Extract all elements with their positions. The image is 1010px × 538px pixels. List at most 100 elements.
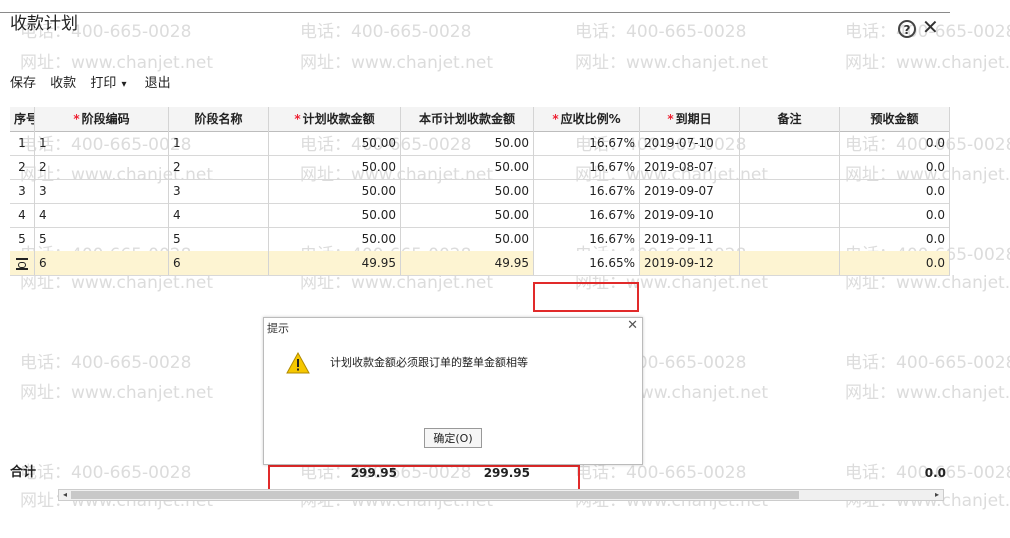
col-header-local-amount[interactable]: 本币计划收款金额 bbox=[401, 107, 534, 131]
cell-due-date[interactable]: 2019-09-12 bbox=[640, 251, 740, 275]
cell-due-date[interactable]: 2019-07-10 bbox=[640, 131, 740, 155]
col-header-seq[interactable]: 序号 bbox=[10, 107, 35, 131]
cell-plan-amount[interactable]: 50.00 bbox=[269, 155, 401, 179]
table-row-selected[interactable]: 6 6 49.95 49.95 16.65% 2019-09-12 0.0 bbox=[10, 251, 950, 276]
prepay-total: 0.0 bbox=[924, 466, 946, 480]
question-icon[interactable]: ? bbox=[898, 20, 916, 38]
cell-local-amount[interactable]: 50.00 bbox=[401, 203, 534, 227]
table-row[interactable]: 4 4 4 50.00 50.00 16.67% 2019-09-10 0.0 bbox=[10, 203, 950, 228]
cell-stage-code[interactable]: 4 bbox=[35, 203, 169, 227]
cell-due-date[interactable]: 2019-09-11 bbox=[640, 227, 740, 251]
cell-ratio[interactable]: 16.67% bbox=[534, 203, 640, 227]
cell-ratio[interactable]: 16.67% bbox=[534, 155, 640, 179]
ratio-highlight-box bbox=[533, 282, 639, 312]
watermark-phone: 电话：400-665-0028 bbox=[575, 22, 747, 42]
cell-seq: 1 bbox=[10, 131, 35, 155]
cell-due-date[interactable]: 2019-08-07 bbox=[640, 155, 740, 179]
cell-seq: 3 bbox=[10, 179, 35, 203]
cell-local-amount[interactable]: 50.00 bbox=[401, 131, 534, 155]
exit-button[interactable]: 退出 bbox=[145, 76, 171, 91]
watermark-phone: 电话：400-665-0028 bbox=[20, 353, 192, 373]
col-header-note[interactable]: 备注 bbox=[740, 107, 840, 131]
cell-note[interactable] bbox=[740, 179, 840, 203]
cell-note[interactable] bbox=[740, 251, 840, 275]
cell-stage-name[interactable]: 3 bbox=[169, 179, 269, 203]
cell-local-amount[interactable]: 50.00 bbox=[401, 179, 534, 203]
cell-prepay[interactable]: 0.0 bbox=[840, 179, 950, 203]
horizontal-scrollbar[interactable]: ◂ ▸ bbox=[58, 489, 944, 501]
col-header-prepay[interactable]: 预收金额 bbox=[840, 107, 950, 131]
cell-plan-amount[interactable]: 50.00 bbox=[269, 131, 401, 155]
cell-prepay[interactable]: 0.0 bbox=[840, 251, 950, 275]
cell-stage-name[interactable]: 5 bbox=[169, 227, 269, 251]
ok-button[interactable]: 确定(O) bbox=[424, 428, 482, 448]
alert-dialog: 提示 ✕ 计划收款金额必须跟订单的整单金额相等 确定(O) bbox=[263, 317, 643, 465]
table-row[interactable]: 5 5 5 50.00 50.00 16.67% 2019-09-11 0.0 bbox=[10, 227, 950, 252]
row-editing-icon bbox=[16, 258, 28, 270]
cell-stage-name[interactable]: 6 bbox=[169, 251, 269, 275]
cell-local-amount[interactable]: 49.95 bbox=[401, 251, 534, 275]
cell-stage-name[interactable]: 1 bbox=[169, 131, 269, 155]
cell-note[interactable] bbox=[740, 155, 840, 179]
scroll-right-arrow-icon[interactable]: ▸ bbox=[931, 490, 943, 500]
watermark-site: 网址：www.chanjet.net bbox=[845, 53, 1010, 73]
save-button[interactable]: 保存 bbox=[10, 76, 36, 91]
cell-due-date[interactable]: 2019-09-10 bbox=[640, 203, 740, 227]
cell-ratio[interactable]: 16.67% bbox=[534, 131, 640, 155]
col-header-plan-amount[interactable]: * 计划收款金额 bbox=[269, 107, 401, 131]
title-divider bbox=[0, 12, 950, 13]
col-header-due-date[interactable]: * 到期日 bbox=[640, 107, 740, 131]
cell-plan-amount[interactable]: 50.00 bbox=[269, 179, 401, 203]
cell-stage-code[interactable]: 1 bbox=[35, 131, 169, 155]
cell-prepay[interactable]: 0.0 bbox=[840, 155, 950, 179]
cell-ratio[interactable]: 16.65% bbox=[534, 251, 640, 275]
col-header-ratio[interactable]: * 应收比例% bbox=[534, 107, 640, 131]
watermark-site: 网址：www.chanjet.net bbox=[575, 53, 769, 73]
cell-seq[interactable] bbox=[10, 251, 35, 275]
cell-stage-name[interactable]: 4 bbox=[169, 203, 269, 227]
print-button[interactable]: 打印 bbox=[90, 76, 116, 91]
table-row[interactable]: 1 1 1 50.00 50.00 16.67% 2019-07-10 0.0 bbox=[10, 131, 950, 156]
cell-prepay[interactable]: 0.0 bbox=[840, 227, 950, 251]
watermark-site: 网址：www.chanjet.net bbox=[20, 383, 214, 403]
watermark-site: 网址：www.chanjet.net bbox=[20, 53, 214, 73]
cell-local-amount[interactable]: 50.00 bbox=[401, 227, 534, 251]
watermark-site: 网址：www.chanjet.net bbox=[300, 53, 494, 73]
warning-icon bbox=[286, 351, 310, 377]
table-row[interactable]: 3 3 3 50.00 50.00 16.67% 2019-09-07 0.0 bbox=[10, 179, 950, 204]
watermark-site: 网址：www.chanjet.net bbox=[845, 383, 1010, 403]
dialog-message: 计划收款金额必须跟订单的整单金额相等 bbox=[330, 356, 528, 369]
cell-ratio[interactable]: 16.67% bbox=[534, 179, 640, 203]
cell-stage-code[interactable]: 6 bbox=[35, 251, 169, 275]
chevron-down-icon[interactable]: ▾ bbox=[121, 79, 126, 90]
total-label: 合计 bbox=[10, 465, 37, 480]
cell-local-amount[interactable]: 50.00 bbox=[401, 155, 534, 179]
cell-seq: 5 bbox=[10, 227, 35, 251]
cell-note[interactable] bbox=[740, 203, 840, 227]
cell-note[interactable] bbox=[740, 227, 840, 251]
cell-prepay[interactable]: 0.0 bbox=[840, 203, 950, 227]
cell-plan-amount[interactable]: 50.00 bbox=[269, 203, 401, 227]
close-icon[interactable]: ✕ bbox=[922, 16, 939, 38]
page-title: 收款计划 bbox=[10, 14, 78, 34]
cell-stage-name[interactable]: 2 bbox=[169, 155, 269, 179]
cell-stage-code[interactable]: 5 bbox=[35, 227, 169, 251]
col-header-stage-name[interactable]: 阶段名称 bbox=[169, 107, 269, 131]
cell-stage-code[interactable]: 3 bbox=[35, 179, 169, 203]
dialog-title: 提示 bbox=[267, 322, 289, 335]
col-header-stage-code[interactable]: * 阶段编码 bbox=[35, 107, 169, 131]
scroll-left-arrow-icon[interactable]: ◂ bbox=[59, 490, 71, 500]
cell-due-date[interactable]: 2019-09-07 bbox=[640, 179, 740, 203]
table-row[interactable]: 2 2 2 50.00 50.00 16.67% 2019-08-07 0.0 bbox=[10, 155, 950, 180]
cell-ratio[interactable]: 16.67% bbox=[534, 227, 640, 251]
cell-plan-amount[interactable]: 49.95 bbox=[269, 251, 401, 275]
collect-button[interactable]: 收款 bbox=[50, 76, 76, 91]
table-header: 序号 *阶段编码 阶段名称 *计划收款金额 本币计划收款金额 *应收比例% *到… bbox=[10, 107, 950, 132]
cell-stage-code[interactable]: 2 bbox=[35, 155, 169, 179]
cell-plan-amount[interactable]: 50.00 bbox=[269, 227, 401, 251]
cell-note[interactable] bbox=[740, 131, 840, 155]
scrollbar-thumb[interactable] bbox=[71, 491, 799, 499]
dialog-close-icon[interactable]: ✕ bbox=[627, 318, 638, 333]
cell-prepay[interactable]: 0.0 bbox=[840, 131, 950, 155]
watermark-phone: 电话：400-665-0028 bbox=[300, 22, 472, 42]
